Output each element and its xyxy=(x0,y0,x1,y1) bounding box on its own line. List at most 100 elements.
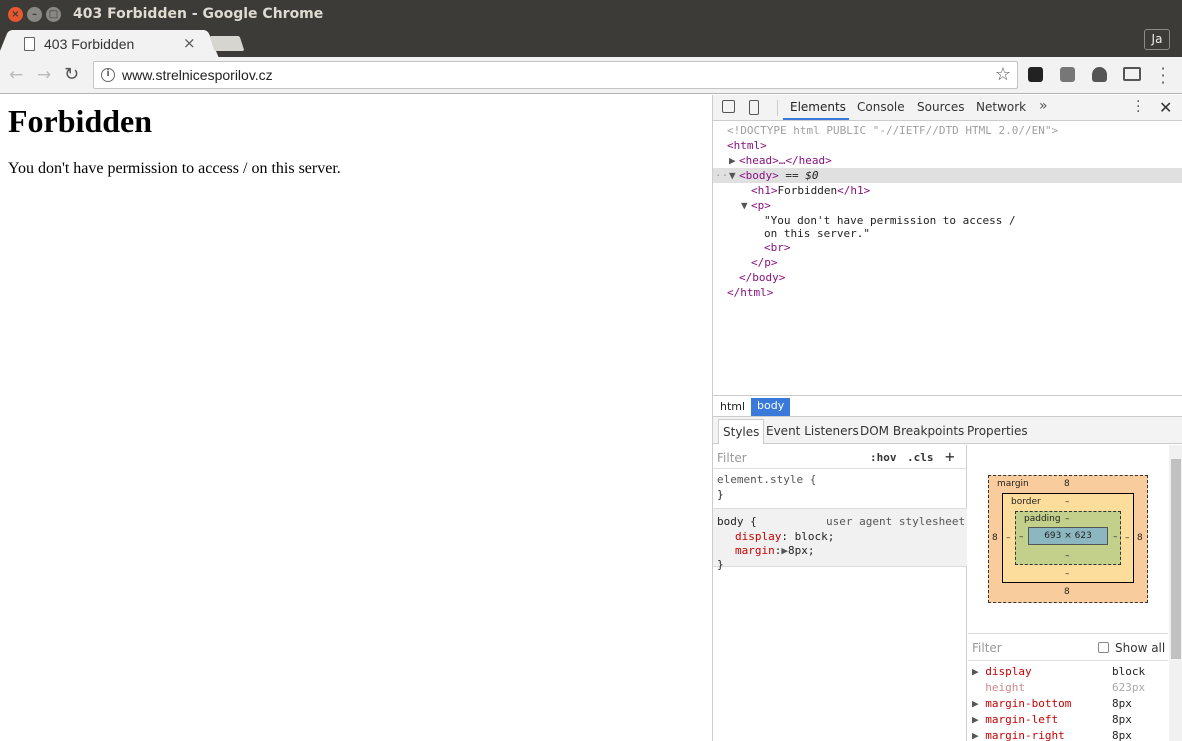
computed-scrollbar[interactable] xyxy=(1169,445,1182,741)
window-minimize-button[interactable]: – xyxy=(27,7,42,22)
element-style-selector[interactable]: element.style { xyxy=(717,473,816,486)
chrome-menu-icon[interactable]: · · · xyxy=(1158,61,1168,91)
show-all-label[interactable]: Show all xyxy=(1115,641,1165,655)
box-model-padding[interactable]: padding – – – – 693 × 623 xyxy=(1015,511,1121,565)
extension-icon-1[interactable] xyxy=(1028,67,1043,82)
browser-tab-content[interactable]: 403 Forbidden × xyxy=(10,30,206,57)
bookmark-star-icon[interactable]: ☆ xyxy=(995,64,1011,85)
extension-icon-3[interactable] xyxy=(1092,67,1107,82)
box-model-content[interactable]: 693 × 623 xyxy=(1028,527,1108,545)
more-tabs-icon[interactable]: » xyxy=(1039,98,1048,114)
computed-prop-value: 8px xyxy=(1112,713,1132,726)
device-toolbar-icon[interactable] xyxy=(749,100,759,115)
info-icon[interactable]: i xyxy=(101,68,115,82)
decl-margin[interactable]: margin:▶8px; xyxy=(735,544,815,557)
computed-prop-name: margin-bottom xyxy=(985,697,1072,710)
tab-elements[interactable]: Elements xyxy=(790,100,846,114)
show-all-checkbox[interactable] xyxy=(1098,642,1109,653)
dom-p-text-2[interactable]: on this server." xyxy=(764,226,870,241)
body-selector[interactable]: body { xyxy=(717,515,757,528)
browser-toolbar: ← → ↻ i www.strelnicesporilov.cz ☆ · · · xyxy=(0,57,1182,94)
collapse-triangle-icon[interactable]: ▼ xyxy=(741,198,748,213)
cast-icon[interactable] xyxy=(1123,67,1141,81)
expand-triangle-icon[interactable]: ▶ xyxy=(729,153,736,168)
collapse-triangle-icon[interactable]: ▼ xyxy=(729,168,736,183)
sidebar-tabbar: Styles Event Listeners DOM Breakpoints P… xyxy=(713,417,1182,444)
computed-prop-name: margin-left xyxy=(985,713,1059,726)
expand-triangle-icon[interactable]: ▶ xyxy=(972,697,985,710)
dom-br[interactable]: <br> xyxy=(764,240,791,255)
margin-label: margin xyxy=(997,479,1029,489)
extension-icon-2[interactable] xyxy=(1060,67,1075,82)
computed-prop-row[interactable]: ▶ margin-bottom xyxy=(972,697,1071,710)
dom-doctype[interactable]: <!DOCTYPE html PUBLIC "-//IETF//DTD HTML… xyxy=(727,123,1058,138)
window-maximize-button[interactable]: □ xyxy=(46,7,61,22)
margin-bottom-value[interactable]: 8 xyxy=(1064,587,1070,597)
dom-h1-close: </h1> xyxy=(837,184,871,197)
styles-filter-input[interactable]: Filter xyxy=(717,451,747,465)
computed-prop-row[interactable]: ▶ margin-right xyxy=(972,729,1065,741)
expand-triangle-icon[interactable]: ▶ xyxy=(972,665,985,678)
dom-p-close[interactable]: </p> xyxy=(751,255,778,270)
decl-display-value: block; xyxy=(794,530,835,543)
margin-top-value[interactable]: 8 xyxy=(1064,479,1070,489)
body-ua-rule: body { user agent stylesheet display: bl… xyxy=(713,509,967,571)
forward-arrow-icon[interactable]: → xyxy=(37,65,51,85)
back-arrow-icon[interactable]: ← xyxy=(9,65,23,85)
decl-display[interactable]: display: block; xyxy=(735,530,834,543)
margin-left-value[interactable]: 8 xyxy=(992,533,998,543)
expand-triangle-icon[interactable]: ▶ xyxy=(781,544,788,557)
address-bar[interactable]: i www.strelnicesporilov.cz ☆ xyxy=(93,61,1018,89)
tab-console[interactable]: Console xyxy=(857,100,905,114)
computed-prop-row[interactable]: ▶ margin-left xyxy=(972,713,1058,726)
padding-top-value[interactable]: – xyxy=(1065,514,1070,524)
decl-margin-prop: margin xyxy=(735,544,775,557)
box-model-margin[interactable]: margin 8 8 8 8 border – – – – padding – … xyxy=(988,475,1148,603)
breadcrumb-html[interactable]: html xyxy=(720,400,745,413)
padding-right-value[interactable]: – xyxy=(1113,532,1118,542)
devtools-tabbar: Elements Console Sources Network » · · · ✕ xyxy=(713,95,1182,121)
computed-prop-row[interactable]: height xyxy=(972,681,1025,694)
box-model-border[interactable]: border – – – – padding – – – – 693 × 623 xyxy=(1002,493,1134,583)
tab-sources[interactable]: Sources xyxy=(917,100,964,114)
padding-left-value[interactable]: – xyxy=(1019,532,1024,542)
computed-prop-value: block xyxy=(1112,665,1146,678)
devtools-menu-icon[interactable]: · · · xyxy=(1136,95,1140,119)
url-text[interactable]: www.strelnicesporilov.cz xyxy=(122,67,273,83)
tab-styles[interactable]: Styles xyxy=(718,419,765,444)
expand-triangle-icon[interactable]: ▶ xyxy=(972,729,985,741)
class-toggle[interactable]: .cls xyxy=(907,451,934,464)
hover-state-toggle[interactable]: :hov xyxy=(870,451,897,464)
new-tab-button[interactable] xyxy=(209,36,245,51)
border-bottom-value[interactable]: – xyxy=(1065,569,1070,579)
margin-right-value[interactable]: 8 xyxy=(1137,533,1143,543)
dom-body-close[interactable]: </body> xyxy=(739,270,785,285)
tab-properties[interactable]: Properties xyxy=(967,424,1028,438)
devtools-close-icon[interactable]: ✕ xyxy=(1159,98,1172,117)
dom-html-close[interactable]: </html> xyxy=(727,285,773,300)
computed-filter-input[interactable]: Filter xyxy=(972,641,1002,655)
dom-html-open[interactable]: <html> xyxy=(727,138,767,153)
border-right-value[interactable]: – xyxy=(1125,533,1130,543)
tab-network[interactable]: Network xyxy=(976,100,1026,114)
computed-prop-value: 8px xyxy=(1112,697,1132,710)
dom-body-open[interactable]: <body> == $0 xyxy=(739,168,819,183)
tab-event-listeners[interactable]: Event Listeners xyxy=(766,424,859,438)
dom-head[interactable]: <head>…</head> xyxy=(739,153,832,168)
tab-dom-breakpoints[interactable]: DOM Breakpoints xyxy=(860,424,964,438)
reload-icon[interactable]: ↻ xyxy=(64,65,79,85)
tab-close-icon[interactable]: × xyxy=(183,34,196,52)
window-close-button[interactable]: × xyxy=(8,7,23,22)
breadcrumb-body[interactable]: body xyxy=(751,398,791,416)
border-left-value[interactable]: – xyxy=(1006,533,1011,543)
border-top-value[interactable]: – xyxy=(1065,497,1070,507)
padding-bottom-value[interactable]: – xyxy=(1065,551,1070,561)
dom-p-open[interactable]: <p> xyxy=(751,198,771,213)
expand-triangle-icon[interactable]: ▶ xyxy=(972,713,985,726)
inspect-element-icon[interactable] xyxy=(722,100,735,113)
new-rule-icon[interactable]: + xyxy=(945,447,955,466)
scrollbar-thumb[interactable] xyxy=(1171,459,1181,659)
profile-button[interactable]: Ja xyxy=(1144,29,1170,50)
dom-h1[interactable]: <h1>Forbidden</h1> xyxy=(751,183,870,198)
computed-prop-row[interactable]: ▶ display xyxy=(972,665,1032,678)
